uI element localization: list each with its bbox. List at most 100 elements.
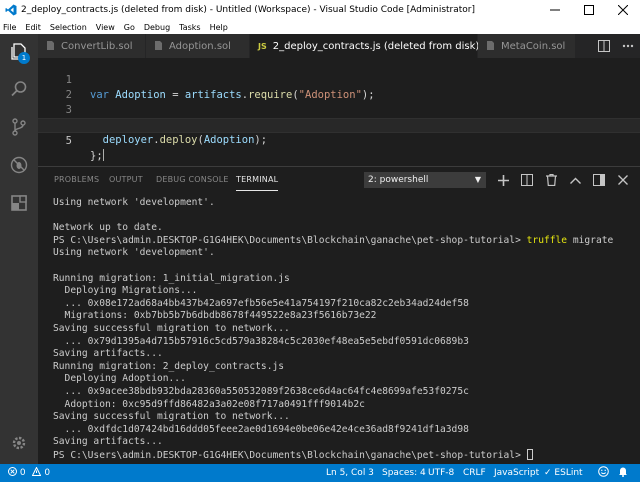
terminal-line: Adoption: 0xc95d9ffd86482a3a02e08f717a04… [53,398,365,410]
tab-label: MetaCoin.sol [501,40,566,52]
source-control-icon [9,117,29,141]
terminal-line: Running migration: 1_initial_migration.j… [53,272,290,284]
tab-terminal[interactable]: TERMINAL [236,167,279,191]
file-icon [154,40,163,52]
code-line: 3 module.exports = function(deployer) { [38,88,640,131]
terminal-select[interactable]: 2: powershell ▼ [364,172,486,188]
terminal-prompt-line: PS C:\Users\admin.DESKTOP-G1G4HEK\Docume… [53,448,633,462]
menu-tasks[interactable]: Tasks [179,23,200,32]
title-bar: 2_deploy_contracts.js (deleted from disk… [0,0,640,20]
explorer-button[interactable]: 1 [0,34,38,72]
problems-status[interactable]: 0 0 [8,464,50,482]
smiley-icon [598,466,609,478]
warning-count: 0 [44,468,51,478]
terminal-line: Migrations: 0xb7bb5b7b6dbdb8678f449522e8… [53,310,377,322]
text-cursor [102,149,104,161]
tab-adoption[interactable]: Adoption.sol [146,34,250,58]
terminal-line: Saving successful migration to network..… [53,411,290,423]
status-bar: 0 0 Ln 5, Col 3 Spaces: 4 UTF-8 CRLF Jav… [0,464,640,482]
terminal-line: Using network 'development'. [53,197,215,208]
terminal-command-line: PS C:\Users\admin.DESKTOP-G1G4HEK\Docume… [53,234,614,246]
terminal-cursor [526,448,533,460]
toggle-panel-position-button[interactable] [590,171,608,189]
new-terminal-button[interactable] [494,171,512,189]
terminal-line: Using network 'development'. [53,247,215,259]
menu-selection[interactable]: Selection [50,23,87,32]
search-button[interactable] [0,72,38,110]
terminal-line: Running migration: 2_deploy_contracts.js [53,360,285,372]
minimize-button[interactable] [538,0,572,20]
warning-icon [32,466,42,478]
terminal-line: Deploying Adoption... [53,373,186,385]
chevron-down-icon: ▼ [474,175,481,184]
vscode-logo-icon [4,3,18,17]
error-count: 0 [19,468,26,478]
menu-bar: File Edit Selection View Go Debug Tasks … [0,20,640,34]
terminal-line: ... 0xdfdc1d07424bd16ddd05feee2ae0d1694e… [53,423,469,435]
menu-file[interactable]: File [3,23,16,32]
gear-icon [10,434,28,456]
feedback-button[interactable] [598,464,609,482]
settings-button[interactable] [0,426,38,464]
split-editor-button[interactable] [592,34,616,58]
terminal-line: Saving artifacts... [53,348,163,360]
eslint-label: ESLint [554,468,583,478]
terminal-line: Saving artifacts... [53,436,163,448]
tab-label: Adoption.sol [169,40,231,52]
checkmark-icon: ✓ [544,468,552,478]
tab-problems[interactable]: PROBLEMS [54,167,99,193]
code-line: 1 var Adoption = artifacts.require("Adop… [38,58,640,101]
menu-view[interactable]: View [96,23,115,32]
eslint-status[interactable]: ✓ ESLint [544,464,583,482]
line-ending[interactable]: CRLF [463,464,486,482]
terminal-line: ... 0x08e172ad68a4bb437b42a697efb56e5e41… [53,297,469,309]
chevron-up-icon[interactable] [566,171,584,189]
more-actions-button[interactable] [616,34,640,58]
debug-button[interactable] [0,148,38,186]
tab-label: ConvertLib.sol [61,40,133,52]
editor-tab-bar: ConvertLib.sol Adoption.sol JS 2_deploy_… [38,34,640,58]
source-control-button[interactable] [0,110,38,148]
file-icon [46,40,55,52]
debug-icon [9,155,29,179]
line-number: 5 [65,135,72,147]
terminal-output[interactable]: Using network 'development'. Network up … [53,197,633,461]
trash-icon[interactable] [542,171,560,189]
menu-debug[interactable]: Debug [144,23,170,32]
extensions-button[interactable] [0,186,38,224]
extensions-icon [9,193,29,217]
tab-metacoin[interactable]: MetaCoin.sol [478,34,576,58]
file-icon [486,40,495,52]
terminal-line: Saving successful migration to network..… [53,322,290,334]
language-mode[interactable]: JavaScript [494,464,539,482]
tab-output[interactable]: OUTPUT [109,167,143,193]
menu-edit[interactable]: Edit [25,23,41,32]
tab-convertlib[interactable]: ConvertLib.sol [38,34,146,58]
bell-icon [618,467,628,478]
split-terminal-button[interactable] [518,171,536,189]
terminal-line: Network up to date. [53,222,163,234]
encoding[interactable]: UTF-8 [428,464,454,482]
activity-bar: 1 [0,34,38,464]
js-icon: JS [258,41,267,51]
tab-debug-console[interactable]: DEBUG CONSOLE [156,167,229,193]
terminal-select-value: 2: powershell [368,175,429,185]
menu-go[interactable]: Go [124,23,135,32]
close-icon[interactable] [614,171,632,189]
terminal-line: Deploying Migrations... [53,285,198,297]
explorer-badge: 1 [18,52,30,64]
notifications-button[interactable] [618,464,628,482]
maximize-button[interactable] [572,0,606,20]
indentation[interactable]: Spaces: 4 [382,464,426,482]
terminal-line: ... 0x79d1395a4d715b57916c5cd579a38284c5… [53,335,469,347]
tab-label: 2_deploy_contracts.js (deleted from disk… [272,40,480,52]
close-window-button[interactable] [606,0,640,20]
search-icon [9,79,29,103]
cursor-position[interactable]: Ln 5, Col 3 [326,464,374,482]
code-line: 2 [38,73,640,101]
menu-help[interactable]: Help [210,23,228,32]
code-line: 4 deployer.deploy(Adoption); [38,103,640,146]
tab-2-deploy-contracts[interactable]: JS 2_deploy_contracts.js (deleted from d… [250,34,480,58]
code-editor[interactable]: 1 var Adoption = artifacts.require("Adop… [38,58,640,162]
